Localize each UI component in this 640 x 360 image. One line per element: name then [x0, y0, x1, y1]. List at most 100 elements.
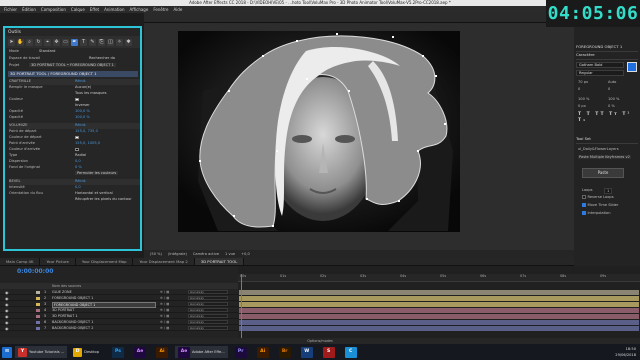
- source-name-header[interactable]: Nom des sources: [52, 284, 81, 288]
- project-row[interactable]: Projet 3D PORTRAIT TOOL • FOREGROUND OBJ…: [9, 63, 140, 69]
- layer-row[interactable]: ◉ 5 3D PORTRAIT 1 ⊕ / ▦ Aucun(e): [0, 314, 238, 319]
- layer-label-color[interactable]: [36, 291, 40, 294]
- layer-switches[interactable]: ⊕ / ▦: [160, 314, 169, 318]
- menu-animation[interactable]: Animation: [104, 7, 124, 12]
- parent-select[interactable]: Aucun(e): [188, 296, 228, 300]
- checkbox-checked-icon[interactable]: [582, 211, 586, 215]
- camera-select[interactable]: Caméra active: [193, 252, 219, 256]
- taskbar-app[interactable]: Br: [276, 346, 294, 358]
- property-row[interactable]: Permuter les couleurs: [9, 171, 140, 177]
- reverse-loops-option[interactable]: Reverse Loops: [582, 195, 614, 199]
- menu-layer[interactable]: Calque: [71, 7, 85, 12]
- layer-eye-icon[interactable]: ◉: [5, 320, 9, 325]
- menu-view[interactable]: Affichage: [130, 7, 149, 12]
- kerning-value[interactable]: 0: [578, 87, 580, 91]
- parent-select[interactable]: Aucun(e): [188, 302, 228, 306]
- parent-select[interactable]: Aucun(e): [188, 326, 228, 330]
- brush-tool-icon[interactable]: ✎: [89, 38, 96, 46]
- taskbar-app[interactable]: Ai: [254, 346, 272, 358]
- script-item[interactable]: xl_Daily&FlowerLayers: [578, 147, 619, 151]
- checkbox-checked-icon[interactable]: [582, 203, 586, 207]
- layer-row[interactable]: ◉ 3 FOREGROUND OBJECT 1 ⊕ / ▦ Aucun(e): [0, 302, 238, 309]
- roto-tool-icon[interactable]: ✧: [116, 38, 123, 46]
- layer-row[interactable]: ◉ 6 BACKGROUND OBJECT 1 ⊕ / ▦ Aucun(e): [0, 320, 238, 325]
- horizontal-scale-value[interactable]: 100 %: [608, 97, 619, 101]
- composition-viewer[interactable]: [178, 31, 460, 232]
- paste-button[interactable]: Paste: [582, 168, 624, 178]
- tab-your-picture[interactable]: Your Picture: [40, 258, 76, 265]
- layer-name[interactable]: BACKGROUND OBJECT 2: [52, 326, 156, 330]
- hand-tool-icon[interactable]: ✋: [17, 38, 24, 46]
- layer-eye-icon[interactable]: ◉: [5, 326, 9, 331]
- font-style-select[interactable]: Regular: [576, 70, 624, 76]
- search-field[interactable]: Rechercher da: [89, 56, 115, 60]
- font-family-select[interactable]: Gotham Bold: [576, 62, 624, 68]
- taskbar-app[interactable]: W: [298, 346, 316, 358]
- resolution-select[interactable]: (Intégrale): [168, 252, 187, 256]
- taskbar-app[interactable]: Ae Adobe After Effe...: [175, 346, 228, 358]
- layer-switches[interactable]: ⊕ / ▦: [160, 320, 169, 324]
- property-row[interactable]: Récupérer les pixels du contour: [9, 197, 140, 203]
- menu-window[interactable]: Fenêtre: [153, 7, 168, 12]
- taskbar-app[interactable]: Pr: [232, 346, 250, 358]
- layer-label-color[interactable]: [36, 297, 40, 300]
- leading-value[interactable]: Auto: [608, 80, 616, 84]
- mask-tool-icon[interactable]: ▭: [62, 38, 69, 46]
- selection-tool-icon[interactable]: ➤: [8, 38, 15, 46]
- eraser-tool-icon[interactable]: ◫: [107, 38, 114, 46]
- baseline-shift-value[interactable]: 0 px: [578, 104, 586, 108]
- layer-duration-bar[interactable]: [239, 290, 639, 295]
- layer-name[interactable]: BACKGROUND OBJECT 1: [52, 320, 156, 324]
- layer-row[interactable]: ◉ 7 BACKGROUND OBJECT 2 ⊕ / ▦ Aucun(e): [0, 326, 238, 331]
- playhead[interactable]: [241, 274, 242, 338]
- layer-duration-bar[interactable]: [239, 308, 639, 313]
- layer-eye-icon[interactable]: ◉: [5, 296, 9, 301]
- tsume-value[interactable]: 0 %: [608, 104, 615, 108]
- loops-input[interactable]: 1: [604, 188, 613, 195]
- current-timecode[interactable]: 0:00:00:00: [17, 268, 53, 276]
- exposure-value[interactable]: +0,0: [241, 252, 250, 256]
- color-swatch[interactable]: [75, 147, 79, 151]
- font-size-value[interactable]: 70 px: [578, 80, 588, 84]
- layer-label-color[interactable]: [36, 309, 40, 312]
- zoom-select[interactable]: (50 %): [150, 252, 162, 256]
- puppet-tool-icon[interactable]: ✱: [125, 38, 132, 46]
- layer-duration-bar[interactable]: [239, 302, 639, 307]
- swap-colors-button[interactable]: Permuter les couleurs: [75, 171, 119, 176]
- script-item[interactable]: Paste Multiple Keyframes v2: [578, 155, 631, 160]
- zoom-tool-icon[interactable]: ⌕: [26, 38, 33, 46]
- tracking-value[interactable]: 0: [608, 87, 610, 91]
- menu-help[interactable]: Aide: [173, 7, 182, 12]
- layer-row[interactable]: ◉ 1 GLUE ZONE ⊕ / ▦ Aucun(e): [0, 290, 238, 295]
- views-select[interactable]: 1 vue: [225, 252, 235, 256]
- layer-switches[interactable]: ⊕ / ▦: [160, 326, 169, 330]
- taskbar-app[interactable]: Ae: [131, 346, 149, 358]
- vertical-scale-value[interactable]: 100 %: [578, 97, 589, 101]
- taskbar-app[interactable]: Ps: [109, 346, 127, 358]
- pen-tool-icon[interactable]: ✒: [71, 38, 78, 46]
- workspace-row[interactable]: Espace de travail Rechercher da: [9, 56, 140, 62]
- anchor-tool-icon[interactable]: ✥: [53, 38, 60, 46]
- layer-eye-icon[interactable]: ◉: [5, 314, 9, 319]
- parent-select[interactable]: Aucun(e): [188, 308, 228, 312]
- color-swatch[interactable]: [75, 97, 79, 101]
- mode-row[interactable]: Mode Standard: [9, 49, 140, 55]
- taskbar-app[interactable]: S: [320, 346, 338, 358]
- text-style-buttons[interactable]: T T TT Tт T¹ T₁: [578, 112, 636, 123]
- layer-eye-icon[interactable]: ◉: [5, 308, 9, 313]
- layer-eye-icon[interactable]: ◉: [5, 302, 9, 307]
- layer-label-color[interactable]: [36, 303, 40, 306]
- rotate-tool-icon[interactable]: ↻: [35, 38, 42, 46]
- layer-row[interactable]: ◉ 2 FOREGROUND OBJECT 1 ⊕ / ▦ Aucun(e): [0, 296, 238, 301]
- taskbar-youtube[interactable]: Y Youtube Tutorials ...: [15, 346, 68, 358]
- layer-switches[interactable]: ⊕ / ▦: [160, 308, 169, 312]
- layer-duration-bar[interactable]: [239, 314, 639, 319]
- layer-name[interactable]: FOREGROUND OBJECT 1: [52, 296, 156, 300]
- tab-displacement-map[interactable]: Your Displacement Map: [76, 258, 134, 265]
- layer-label-color[interactable]: [36, 321, 40, 324]
- tab-displacement-map-2[interactable]: Your Displacement Map 2: [133, 258, 195, 265]
- layer-duration-bar[interactable]: [239, 326, 639, 331]
- menu-composition[interactable]: Composition: [41, 7, 66, 12]
- layer-switches[interactable]: ⊕ / ▦: [160, 302, 169, 306]
- layer-eye-icon[interactable]: ◉: [5, 290, 9, 295]
